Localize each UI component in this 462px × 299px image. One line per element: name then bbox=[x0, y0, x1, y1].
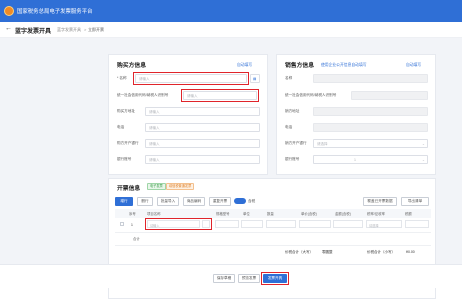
product-code-button[interactable]: 商品编码 bbox=[183, 197, 205, 206]
seller-name-label: 名称 bbox=[285, 76, 293, 80]
tax-inclusive-toggle[interactable] bbox=[234, 198, 246, 204]
total-upper-value: 零圆整 bbox=[322, 250, 333, 254]
footer-bar: 保存草稿 预览发票 发票开具 bbox=[0, 264, 462, 288]
highlight-item-name bbox=[145, 218, 212, 230]
preview-button[interactable]: 预览发票 bbox=[238, 274, 260, 283]
col-spec: 规格型号 bbox=[216, 212, 230, 216]
taxrate-select[interactable]: 请选择 bbox=[366, 220, 402, 228]
total-lower-value: ¥0.00 bbox=[406, 250, 415, 254]
list-icon: ▤ bbox=[253, 77, 257, 81]
seller-autofill-link[interactable]: 自动填写 bbox=[406, 63, 421, 68]
col-qty: 数量 bbox=[267, 212, 274, 216]
back-arrow-icon[interactable]: ← bbox=[5, 25, 12, 32]
divider bbox=[115, 245, 431, 246]
overwrite-button[interactable]: 覆盖已开票数据 bbox=[363, 197, 397, 206]
chevron-down-icon: ⌄ bbox=[422, 142, 425, 146]
buyer-address-label: 购买方地址 bbox=[117, 109, 135, 113]
buyer-title: 购买方信息 bbox=[117, 63, 146, 69]
subtotal-label: 合计 bbox=[133, 237, 140, 241]
buyer-phone-label: 电话 bbox=[117, 125, 125, 129]
highlight-name bbox=[133, 72, 249, 85]
price-input[interactable] bbox=[299, 220, 331, 228]
seller-panel: 销售方信息 使用企业公开信息自动填写 自动填写 名称 统一社会信用代码/纳税人识… bbox=[276, 54, 436, 175]
save-draft-button[interactable]: 保存草稿 bbox=[213, 274, 235, 283]
seller-bank-select[interactable]: 请选择 ⌄ bbox=[313, 139, 428, 148]
col-tax: 税额 bbox=[405, 212, 412, 216]
col-index: 序号 bbox=[129, 212, 136, 216]
seller-bank-label: 销方开户银行 bbox=[285, 141, 307, 145]
breadcrumb-current: 立即开票 bbox=[88, 27, 104, 32]
divider bbox=[115, 232, 431, 233]
seller-taxid-field bbox=[351, 91, 428, 100]
spec-input[interactable] bbox=[215, 220, 239, 228]
row-index: 1 bbox=[131, 223, 133, 227]
col-price: 单价(含税) bbox=[301, 212, 317, 216]
buyer-bank-label: 购方开户银行 bbox=[117, 141, 139, 145]
unit-input[interactable] bbox=[241, 220, 263, 228]
buyer-panel: 购买方信息 自动填写 * 名称 请输入 ▤ 统一社会信用代码/纳税人识别号 请输… bbox=[108, 54, 268, 175]
reissue-button[interactable]: 重复开票 bbox=[209, 197, 231, 206]
buyer-bank-input[interactable]: 请输入 bbox=[145, 139, 260, 148]
seller-name-field bbox=[313, 74, 428, 83]
invoice-type-tag: 电子发票 bbox=[147, 183, 166, 190]
buyer-phone-input[interactable]: 请输入 bbox=[145, 123, 260, 132]
buyer-taxid-label: 统一社会信用代码/纳税人识别号 bbox=[117, 93, 169, 97]
import-button[interactable]: 批量导入 bbox=[157, 197, 179, 206]
seller-account-select[interactable]: 1 ⌄ bbox=[313, 155, 428, 164]
seller-phone-field bbox=[313, 123, 428, 132]
top-bar: 国家税务总局电子发票服务平台 bbox=[0, 0, 462, 22]
delete-row-button[interactable]: 删行 bbox=[137, 197, 153, 206]
seller-address-label: 销方地址 bbox=[285, 109, 300, 113]
col-amount: 金额(含税) bbox=[335, 212, 351, 216]
col-taxrate: 税率/征收率 bbox=[367, 212, 385, 216]
content-area: 购买方信息 自动填写 * 名称 请输入 ▤ 统一社会信用代码/纳税人识别号 请输… bbox=[0, 38, 462, 299]
buyer-autofill-link[interactable]: 自动填写 bbox=[237, 63, 252, 68]
highlight-issue bbox=[261, 272, 289, 285]
qty-input[interactable] bbox=[266, 220, 296, 228]
seller-address-field bbox=[313, 107, 428, 116]
seller-autofill-hint[interactable]: 使用企业公开信息自动填写 bbox=[321, 63, 367, 68]
seller-title: 销售方信息 bbox=[285, 63, 314, 69]
col-unit: 单位 bbox=[243, 212, 250, 216]
total-upper-label: 价税合计（大写） bbox=[285, 250, 313, 254]
buyer-name-label: * 名称 bbox=[117, 76, 127, 80]
amount-input[interactable] bbox=[333, 220, 363, 228]
app-title: 国家税务总局电子发票服务平台 bbox=[17, 9, 93, 15]
highlight-taxid bbox=[181, 89, 259, 102]
breadcrumb-separator: > bbox=[84, 27, 87, 32]
page-header: ← 蓝字发票开具 蓝字发票开具 > 立即开票 bbox=[0, 22, 462, 38]
col-name: 项目名称 bbox=[147, 212, 161, 216]
seller-taxid-label: 统一社会信用代码/纳税人识别号 bbox=[285, 93, 337, 97]
seller-phone-label: 电话 bbox=[285, 125, 293, 129]
buyer-account-input[interactable]: 请输入 bbox=[145, 155, 260, 164]
tax-input[interactable] bbox=[405, 220, 429, 228]
buyer-lookup-button[interactable]: ▤ bbox=[250, 74, 260, 83]
page-title: 蓝字发票开具 bbox=[15, 29, 52, 35]
row-checkbox[interactable] bbox=[120, 222, 124, 226]
total-lower-label: 价税合计（小写） bbox=[367, 250, 395, 254]
invoice-title: 开票信息 bbox=[117, 186, 141, 192]
breadcrumb-item[interactable]: 蓝字发票开具 bbox=[57, 27, 81, 33]
seller-account-label: 银行账号 bbox=[285, 157, 300, 161]
tax-inclusive-label: 含税 bbox=[248, 199, 256, 203]
invoice-kind-tag: 增值税普通发票 bbox=[166, 183, 195, 190]
buyer-account-label: 银行账号 bbox=[117, 157, 132, 161]
add-row-button[interactable]: 增行 bbox=[115, 197, 133, 206]
chevron-down-icon: ⌄ bbox=[422, 158, 425, 162]
export-list-button[interactable]: 导出清单 bbox=[401, 197, 429, 206]
buyer-address-input[interactable]: 请输入 bbox=[145, 107, 260, 116]
tax-emblem-icon bbox=[4, 6, 14, 16]
